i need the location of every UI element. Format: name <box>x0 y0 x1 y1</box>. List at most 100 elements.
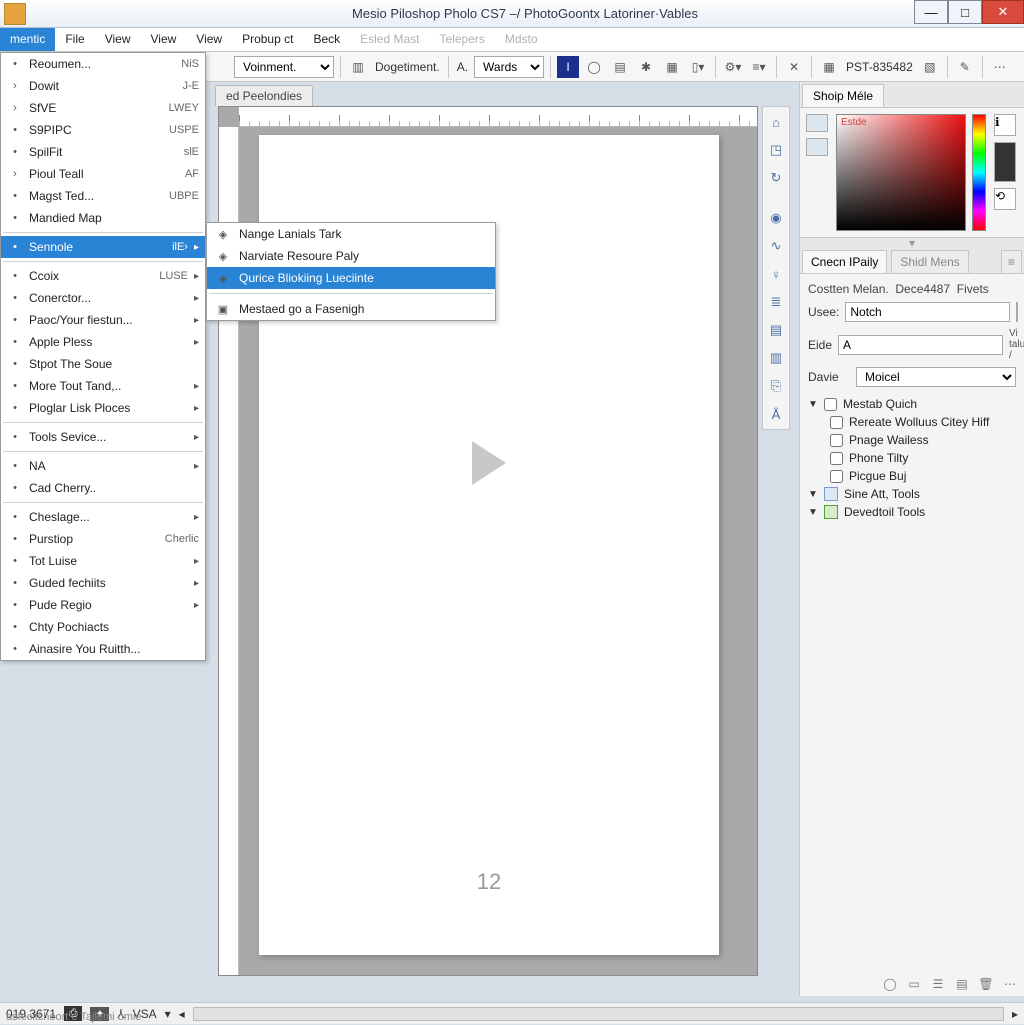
close-button[interactable]: ✕ <box>982 0 1024 24</box>
dropdown-item[interactable]: •Ainasire You Ruitth... <box>1 638 205 660</box>
toolbar-icon-a[interactable]: ◯ <box>583 56 605 78</box>
submenu-item[interactable]: ◈Narviate Resoure Paly <box>207 245 495 267</box>
menu-item[interactable]: View <box>140 28 186 51</box>
tree-node-3[interactable]: Pnage Wailess <box>808 433 1016 447</box>
minimize-button[interactable]: — <box>914 0 948 24</box>
dropdown-item[interactable]: •Guded fechiits▸ <box>1 572 205 594</box>
vt-icon-11[interactable]: Å <box>765 403 787 425</box>
menu-item[interactable]: View <box>186 28 232 51</box>
vt-icon-4[interactable]: ◉ <box>765 207 787 229</box>
toolbar-icon-d[interactable]: ▦ <box>661 56 683 78</box>
vt-icon-10[interactable]: ⎘ <box>765 375 787 397</box>
dropdown-item[interactable]: •Tools Sevice...▸ <box>1 426 205 448</box>
dropdown-item[interactable]: •Chty Pochiacts <box>1 616 205 638</box>
maximize-button[interactable]: □ <box>948 0 982 24</box>
menu-item[interactable]: File <box>55 28 94 51</box>
vt-icon-3[interactable]: ↻ <box>765 167 787 189</box>
horizontal-scrollbar[interactable] <box>193 1007 1004 1021</box>
dropdown-item[interactable]: •Stpot The Soue <box>1 353 205 375</box>
dropdown-item[interactable]: •Tot Luise▸ <box>1 550 205 572</box>
dropdown-item[interactable]: •Ploglar Lisk Ploces▸ <box>1 397 205 419</box>
menu-item[interactable]: Telepers <box>430 28 495 51</box>
toolbar-icon-f[interactable]: ⚙▾ <box>722 56 744 78</box>
toolbar-brush-icon[interactable]: ✎ <box>954 56 976 78</box>
panel-grip[interactable]: ▾ <box>800 238 1024 248</box>
document-tab[interactable]: ed Peelondies <box>215 85 313 106</box>
rp-foot-icon-3[interactable]: ☰ <box>930 976 946 992</box>
rp-foot-icon-6[interactable]: ⋯ <box>1002 976 1018 992</box>
dropdown-item[interactable]: •Cheslage...▸ <box>1 506 205 528</box>
toolbar-align-icon[interactable]: ≡▾ <box>748 56 770 78</box>
swatch-side-3[interactable]: ⟲ <box>994 188 1016 210</box>
rp-foot-icon-2[interactable]: ▭ <box>906 976 922 992</box>
toolbar-icon-b[interactable]: ▤ <box>609 56 631 78</box>
hue-slider[interactable] <box>972 114 986 231</box>
submenu-item[interactable]: ▣Mestaed go a Fasenigh <box>207 298 495 320</box>
vt-icon-6[interactable]: ♀ <box>765 263 787 285</box>
swatch-mini-2[interactable] <box>806 138 828 156</box>
dropdown-item[interactable]: •SennoleilE›▸ <box>1 236 205 258</box>
tree-node-6[interactable]: ▼Sine Att, Tools <box>808 487 1016 501</box>
menu-item[interactable]: mentic <box>0 28 55 51</box>
dropdown-item[interactable]: •Conerctor...▸ <box>1 287 205 309</box>
usee-input[interactable] <box>845 302 1010 322</box>
main-dropdown-menu[interactable]: •Reoumen...NiS›DowitJ-E›SfVELWEY•S9PIPCU… <box>0 52 206 661</box>
vt-icon-2[interactable]: ◳ <box>765 139 787 161</box>
dropdown-item[interactable]: •SpilFitslE <box>1 141 205 163</box>
tree-check-3[interactable] <box>830 434 843 447</box>
dropdown-item[interactable]: •PurstiopCherlic <box>1 528 205 550</box>
vt-icon-8[interactable]: ▤ <box>765 319 787 341</box>
toolbar-icon-e[interactable]: ▯▾ <box>687 56 709 78</box>
rp-foot-icon-1[interactable]: ◯ <box>882 976 898 992</box>
tree-check-2[interactable] <box>830 416 843 429</box>
vt-icon-1[interactable]: ⌂ <box>765 111 787 133</box>
menu-item[interactable]: Beck <box>303 28 350 51</box>
menu-item[interactable]: View <box>95 28 141 51</box>
tree-node-4[interactable]: Phone Tilty <box>808 451 1016 465</box>
dropdown-item[interactable]: •Pude Regio▸ <box>1 594 205 616</box>
tree-check-4[interactable] <box>830 452 843 465</box>
tree-check-5[interactable] <box>830 470 843 483</box>
rp-foot-icon-5[interactable]: 🗑 <box>978 976 994 992</box>
submenu[interactable]: ◈Nange Lanials Tark◈Narviate Resoure Pal… <box>206 222 496 321</box>
davie-select[interactable]: Moicel <box>856 367 1016 387</box>
tree-check-1[interactable] <box>824 398 837 411</box>
dropdown-item[interactable]: •CcoixLUSE▸ <box>1 265 205 287</box>
status-scroll-left[interactable]: ◂ <box>179 1007 185 1021</box>
dropdown-item[interactable]: •NA▸ <box>1 455 205 477</box>
swatch-side-2[interactable] <box>994 142 1016 182</box>
eide-input[interactable] <box>838 335 1003 355</box>
menu-item[interactable]: Probup ct <box>232 28 303 51</box>
swatch-side-1[interactable]: ℹ <box>994 114 1016 136</box>
vt-icon-5[interactable]: ∿ <box>765 235 787 257</box>
tree-node-2[interactable]: Rereate Wolluus Citey Hiff <box>808 415 1016 429</box>
toolbar-icon-i[interactable]: ⋯ <box>989 56 1011 78</box>
submenu-item[interactable]: ◈Nange Lanials Tark <box>207 223 495 245</box>
vt-icon-9[interactable]: ▥ <box>765 347 787 369</box>
right-tab-secondary[interactable]: Shidl Mens <box>891 250 968 273</box>
usee-spinner[interactable] <box>1016 302 1018 322</box>
dropdown-item[interactable]: •Reoumen...NiS <box>1 53 205 75</box>
dropdown-item[interactable]: •Apple Pless▸ <box>1 331 205 353</box>
tree-node-5[interactable]: Picgue Buj <box>808 469 1016 483</box>
swatch-mini-1[interactable] <box>806 114 828 132</box>
right-tab-menu-icon[interactable]: ≡ <box>1001 250 1022 273</box>
submenu-item[interactable]: ◈Qurice Bliokiing Lueciinte <box>207 267 495 289</box>
dropdown-item[interactable]: •Paoc/Your fiestun...▸ <box>1 309 205 331</box>
toolbar-delete-icon[interactable]: ✕ <box>783 56 805 78</box>
toolbar-icon-g[interactable]: ▦ <box>818 56 840 78</box>
toolbar-icon-c[interactable]: ✱ <box>635 56 657 78</box>
dropdown-item[interactable]: •S9PIPCUSPE <box>1 119 205 141</box>
toolbar-bold-icon[interactable]: I <box>557 56 579 78</box>
tree-node-1[interactable]: ▼Mestab Quich <box>808 397 1016 411</box>
dropdown-item[interactable]: ›SfVELWEY <box>1 97 205 119</box>
dropdown-item[interactable]: ›DowitJ-E <box>1 75 205 97</box>
toolbar-icon-h[interactable]: ▧ <box>919 56 941 78</box>
dropdown-item[interactable]: •More Tout Tand,..▸ <box>1 375 205 397</box>
dropdown-item[interactable]: •Cad Cherry.. <box>1 477 205 499</box>
status-scroll-right[interactable]: ▸ <box>1012 1007 1018 1021</box>
dropdown-item[interactable]: •Mandied Map <box>1 207 205 229</box>
toolbar-font-combo[interactable]: Wards <box>474 56 544 78</box>
right-tab-properties[interactable]: Cnecn IPaily <box>802 250 887 273</box>
tree-node-7[interactable]: ▼Devedtoil Tools <box>808 505 1016 519</box>
